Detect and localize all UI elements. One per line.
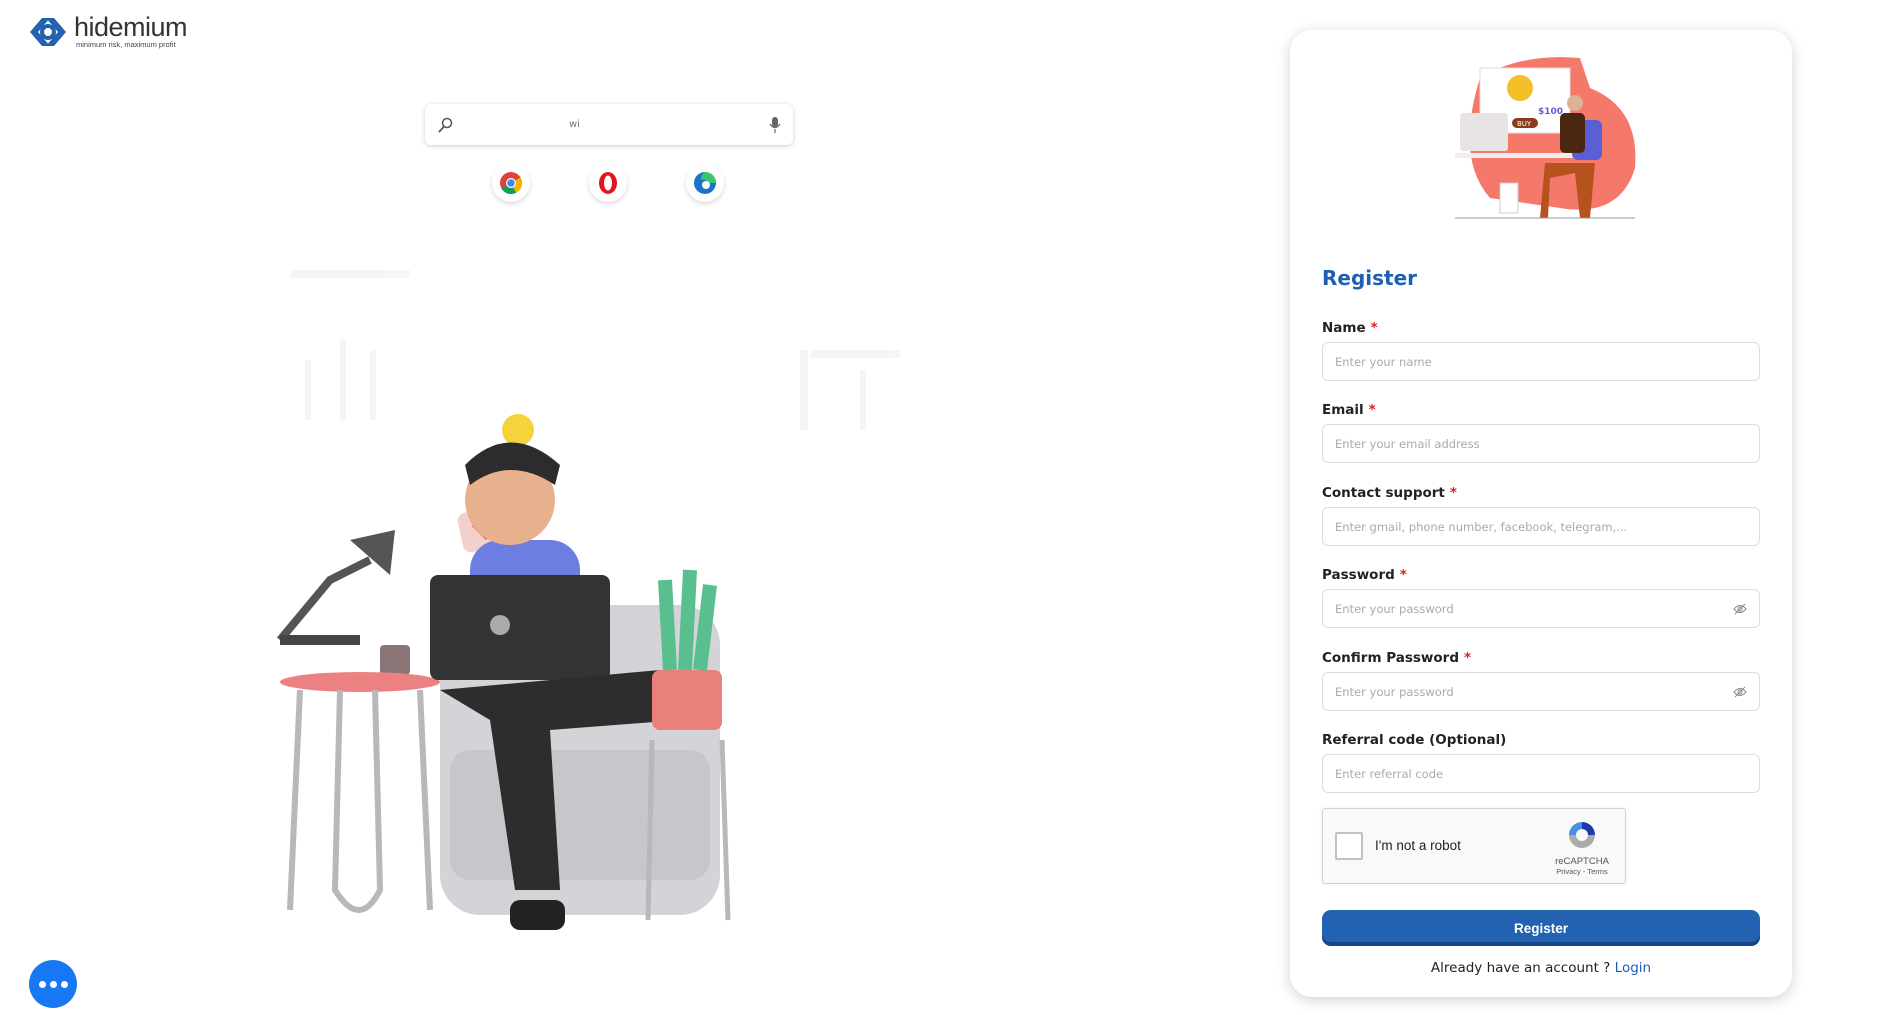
required-marker: * (1449, 485, 1457, 501)
password-label: Password (1322, 567, 1395, 583)
dot-icon (49, 980, 57, 988)
login-prompt: Already have an account ? Login (1322, 960, 1760, 976)
name-label: Name (1322, 320, 1366, 336)
referral-code-field: Referral code (Optional) Enter referral … (1322, 732, 1760, 793)
recaptcha-checkbox[interactable] (1335, 832, 1363, 860)
name-placeholder: Enter your name (1335, 354, 1432, 369)
name-field: Name * Enter your name (1322, 320, 1760, 381)
eye-off-icon[interactable] (1733, 603, 1747, 615)
microphone-icon[interactable] (769, 116, 781, 134)
hero-illustration (276, 270, 900, 930)
email-placeholder: Enter your email address (1335, 436, 1480, 451)
contact-support-input[interactable]: Enter gmail, phone number, facebook, tel… (1322, 507, 1760, 546)
recaptcha-widget: I'm not a robot reCAPTCHA Privacy - Term… (1322, 808, 1626, 884)
contact-support-placeholder: Enter gmail, phone number, facebook, tel… (1335, 519, 1628, 534)
edge-button[interactable] (686, 164, 724, 202)
required-marker: * (1368, 402, 1376, 418)
brand-logo[interactable]: hidemium minimum risk, maximum profit (28, 12, 188, 49)
register-card: $100 BUY Register Name * Enter your name … (1290, 30, 1792, 997)
recaptcha-icon (1569, 822, 1595, 848)
dot-icon (38, 980, 46, 988)
eye-logo-icon (30, 17, 66, 46)
register-button[interactable]: Register (1322, 910, 1760, 946)
brand-tagline: minimum risk, maximum profit (76, 40, 176, 49)
referral-code-label: Referral code (Optional) (1322, 732, 1507, 748)
recaptcha-links[interactable]: Privacy - Terms (1549, 867, 1615, 876)
confirm-password-label: Confirm Password (1322, 650, 1460, 666)
login-link[interactable]: Login (1615, 960, 1651, 976)
search-icon (438, 117, 453, 133)
email-input[interactable]: Enter your email address (1322, 424, 1760, 463)
password-placeholder: Enter your password (1335, 601, 1454, 616)
login-prompt-text: Already have an account ? (1430, 960, 1611, 976)
email-field: Email * Enter your email address (1322, 402, 1760, 463)
eye-off-icon[interactable] (1733, 686, 1747, 698)
name-input[interactable]: Enter your name (1322, 342, 1760, 381)
required-marker: * (1399, 567, 1407, 583)
search-bar[interactable]: wi (425, 104, 793, 145)
trading-illustration: $100 BUY (1455, 57, 1636, 219)
dot-icon (60, 980, 68, 988)
required-marker: * (1370, 320, 1378, 336)
recaptcha-brand: reCAPTCHA (1555, 856, 1609, 867)
confirm-password-placeholder: Enter your password (1335, 684, 1454, 699)
chrome-button[interactable] (492, 164, 530, 202)
buy-label: BUY (1517, 120, 1532, 128)
confirm-password-field: Confirm Password * Enter your password (1322, 650, 1760, 711)
recaptcha-label: I'm not a robot (1375, 838, 1461, 853)
price-label: $100 (1538, 107, 1563, 117)
chat-button[interactable] (29, 960, 77, 1008)
referral-code-placeholder: Enter referral code (1335, 766, 1444, 781)
required-marker: * (1464, 650, 1472, 666)
password-input[interactable]: Enter your password (1322, 589, 1760, 628)
contact-support-label: Contact support (1322, 485, 1445, 501)
lightbulb-icon (502, 414, 534, 446)
opera-button[interactable] (589, 164, 627, 202)
confirm-password-input[interactable]: Enter your password (1322, 672, 1760, 711)
referral-code-input[interactable]: Enter referral code (1322, 754, 1760, 793)
form-title: Register (1322, 266, 1418, 290)
email-label: Email (1322, 402, 1364, 418)
chrome-icon (500, 172, 522, 194)
brand-name: hidemium (74, 12, 188, 42)
contact-support-field: Contact support * Enter gmail, phone numb… (1322, 485, 1760, 546)
password-field: Password * Enter your password (1322, 567, 1760, 628)
opera-icon (599, 172, 617, 194)
search-input[interactable]: wi (453, 119, 769, 130)
edge-icon (694, 172, 716, 194)
